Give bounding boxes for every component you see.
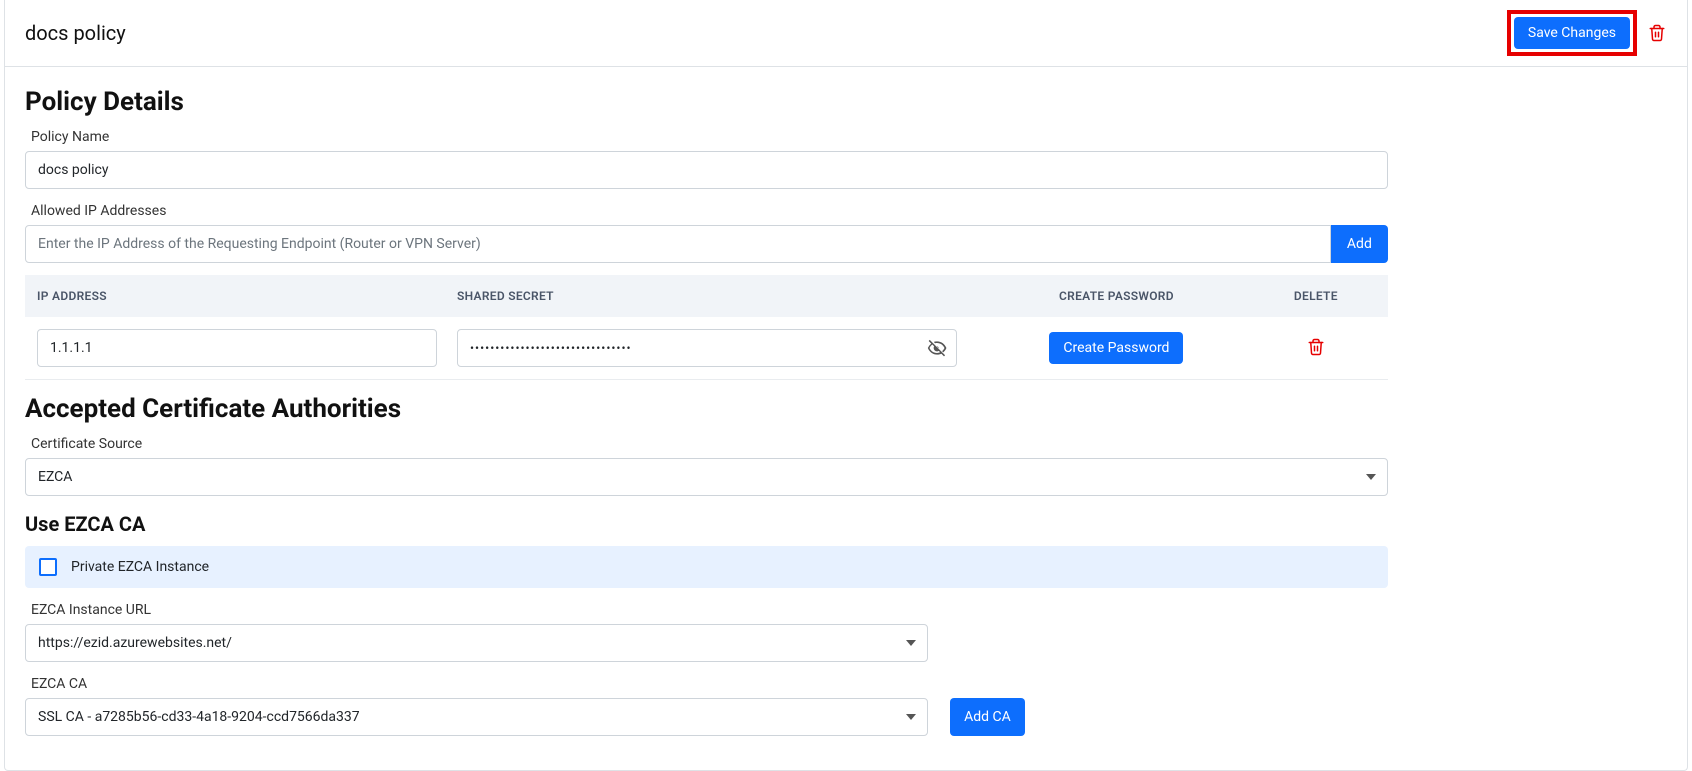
ip-address-input[interactable] <box>25 225 1331 263</box>
col-header-delete: DELETE <box>1256 289 1376 303</box>
table-row: Create Password <box>25 317 1388 380</box>
private-instance-banner: Private EZCA Instance <box>25 546 1388 588</box>
private-instance-label: Private EZCA Instance <box>71 559 209 575</box>
add-ca-button[interactable]: Add CA <box>950 698 1025 736</box>
header-actions: Save Changes <box>1507 10 1667 56</box>
policy-name-input[interactable] <box>25 151 1388 189</box>
allowed-ip-label: Allowed IP Addresses <box>31 203 1388 219</box>
cert-source-label: Certificate Source <box>31 436 1388 452</box>
ezca-ca-select[interactable]: SSL CA - a7285b56-cd33-4a18-9204-ccd7566… <box>25 698 928 736</box>
policy-name-label: Policy Name <box>31 129 1388 145</box>
col-header-password: CREATE PASSWORD <box>977 289 1256 303</box>
create-password-button[interactable]: Create Password <box>1049 332 1183 364</box>
instance-url-label: EZCA Instance URL <box>31 602 928 618</box>
private-instance-checkbox[interactable] <box>39 558 57 576</box>
ezca-ca-label: EZCA CA <box>31 676 1667 692</box>
ip-table-header: IP ADDRESS SHARED SECRET CREATE PASSWORD… <box>25 275 1388 317</box>
row-ip-input[interactable] <box>37 329 437 367</box>
save-highlight: Save Changes <box>1507 10 1637 56</box>
page-title: docs policy <box>25 21 126 45</box>
add-ip-button[interactable]: Add <box>1331 225 1388 263</box>
delete-row-icon[interactable] <box>1306 336 1326 358</box>
policy-details-heading: Policy Details <box>25 87 1667 117</box>
col-header-secret: SHARED SECRET <box>457 289 977 303</box>
use-ezca-heading: Use EZCA CA <box>25 512 1667 536</box>
delete-policy-icon[interactable] <box>1647 22 1667 44</box>
instance-url-select[interactable]: https://ezid.azurewebsites.net/ <box>25 624 928 662</box>
cert-source-select[interactable]: EZCA <box>25 458 1388 496</box>
visibility-off-icon[interactable] <box>927 338 947 358</box>
col-header-ip: IP ADDRESS <box>37 289 457 303</box>
save-button[interactable]: Save Changes <box>1514 17 1630 49</box>
row-secret-input[interactable] <box>457 329 957 367</box>
cert-auth-heading: Accepted Certificate Authorities <box>25 394 1667 424</box>
header-bar: docs policy Save Changes <box>5 0 1687 67</box>
